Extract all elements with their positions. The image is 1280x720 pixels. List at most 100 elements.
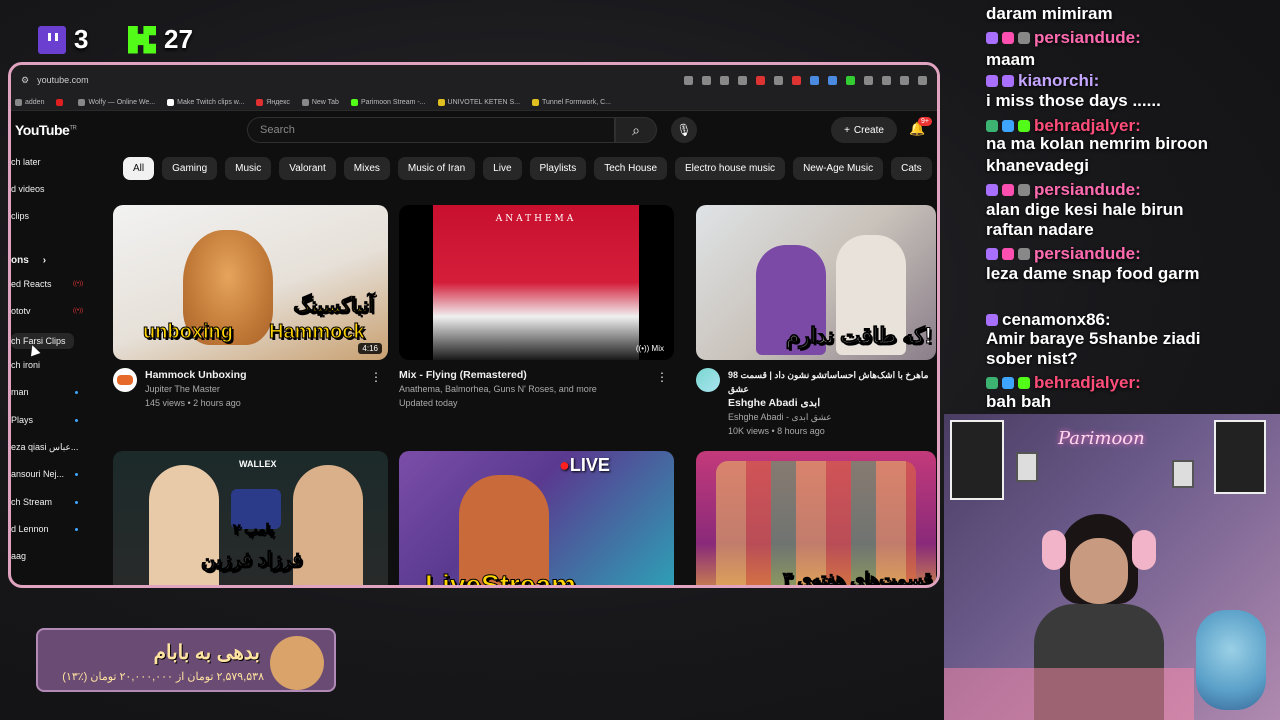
sidebar-item-subscription[interactable]: ed Reacts [11, 279, 52, 289]
bookmark-item[interactable]: UNIVOTEL KETEN S... [437, 99, 520, 106]
sidebar-item-subscription[interactable]: man [11, 387, 29, 397]
sidebar-item-watch-later[interactable]: ch later [11, 157, 41, 167]
video-title[interactable]: Hammock Unboxing [145, 368, 247, 382]
sidebar-item-liked-videos[interactable]: d videos [11, 184, 45, 194]
chip-cats[interactable]: Cats [891, 157, 932, 180]
video-card[interactable]: که طاقت ندارم! ماهرخ با اشک‌هاش احساساتش… [696, 205, 936, 438]
bookmark-label: Make Twitch clips w... [177, 99, 245, 106]
bookmark-item[interactable]: Make Twitch clips w... [167, 99, 244, 106]
bookmark-item[interactable]: New Tab [301, 99, 339, 106]
sidebar-item-subscription[interactable]: Plays [11, 415, 33, 425]
bookmark-item[interactable]: Parimoon Stream -... [350, 99, 426, 106]
video-thumbnail[interactable]: WALLEX پامپ ۲ فرزاد فرزین [113, 451, 388, 585]
video-title-line2[interactable]: Eshghe Abadi ابدی [728, 396, 936, 410]
more-options-icon[interactable]: ⋮ [656, 370, 668, 384]
sidebar-item-subscription[interactable]: d Lennon [11, 524, 49, 534]
create-button[interactable]: + Create [831, 117, 897, 143]
video-card[interactable]: WALLEX پامپ ۲ فرزاد فرزین [113, 451, 388, 585]
cast-icon[interactable] [684, 75, 693, 85]
video-card[interactable]: ●LIVE LiveStream [399, 451, 674, 585]
subscription-label: eza qiasi عباس... [11, 442, 79, 452]
url-text[interactable]: youtube.com [37, 75, 89, 85]
video-card[interactable]: آنباکسینگ unboxing Hammock 4:16 Hammock … [113, 205, 388, 410]
video-thumbnail[interactable]: ۳ قسمت‌های هفته‌ی [696, 451, 936, 585]
chat-username[interactable]: behradjalyer: [986, 373, 1141, 393]
subscriptions-heading[interactable]: ons › [11, 255, 46, 266]
profile-icon[interactable] [900, 75, 909, 85]
downloads-icon[interactable] [882, 75, 891, 85]
zoom-icon[interactable] [720, 75, 729, 85]
chip-electro-house-music[interactable]: Electro house music [675, 157, 786, 180]
sidebar-item-subscription[interactable]: ch Farsi Clips [11, 333, 74, 349]
chat-badge-icon [1018, 248, 1030, 260]
chat-username[interactable]: persiandude: [986, 244, 1141, 264]
chip-new-age-music[interactable]: New-Age Music [793, 157, 884, 180]
chip-all[interactable]: All [123, 157, 155, 180]
youtube-logo[interactable]: YouTubeTR [15, 122, 77, 138]
pink-chair [944, 668, 1194, 720]
video-thumbnail[interactable]: که طاقت ندارم! [696, 205, 936, 360]
extension-puzzle-icon[interactable] [864, 75, 873, 85]
sidebar-item-subscription[interactable]: ch Stream [11, 497, 52, 507]
sidebar-item-subscription[interactable]: aag [11, 551, 26, 561]
chip-live[interactable]: Live [483, 157, 522, 180]
chat-username[interactable]: kianorchi: [986, 71, 1099, 91]
chat-username[interactable]: persiandude: [986, 28, 1141, 48]
sidebar-item-subscription[interactable]: eza qiasi عباس... [11, 442, 78, 453]
chip-music[interactable]: Music [225, 157, 272, 180]
chat-username[interactable]: persiandude: [986, 180, 1141, 200]
sidebar-item-clips[interactable]: clips [11, 211, 29, 221]
video-card[interactable]: ANATHEMA ((•)) Mix Mix - Flying (Remaste… [399, 205, 674, 410]
bookmark-item[interactable]: adden [15, 99, 44, 106]
video-title[interactable]: Mix - Flying (Remastered) [399, 368, 597, 382]
translate-icon[interactable] [702, 75, 711, 85]
extension-youtube-icon[interactable] [792, 75, 801, 85]
video-thumbnail[interactable]: ANATHEMA ((•)) Mix [399, 205, 674, 360]
chip-gaming[interactable]: Gaming [162, 157, 218, 180]
channel-avatar[interactable] [696, 368, 720, 392]
twitch-viewer-counter: 3 [38, 24, 88, 55]
search-button[interactable]: ⌕ [615, 117, 657, 143]
video-card[interactable]: ۳ قسمت‌های هفته‌ی [696, 451, 936, 585]
chip-mixes[interactable]: Mixes [343, 157, 390, 180]
chat-username[interactable]: behradjalyer: [986, 116, 1141, 136]
new-content-dot-icon [75, 419, 78, 422]
subscription-label: Plays [11, 415, 34, 425]
search-input[interactable]: Search [247, 117, 615, 143]
menu-icon[interactable] [918, 75, 927, 85]
extension-translate-icon[interactable] [828, 75, 837, 85]
chip-music-of-iran[interactable]: Music of Iran [397, 157, 476, 180]
bookmark-item[interactable] [56, 99, 66, 106]
more-options-icon[interactable]: ⋮ [370, 370, 382, 384]
voice-search-button[interactable]: 🎙 [671, 117, 697, 143]
bookmark-item[interactable]: Tunnel Formwork, C... [532, 99, 611, 106]
chat-username[interactable]: cenamonx86: [986, 310, 1111, 330]
channel-name[interactable]: Eshghe Abadi - عشق ابدی [728, 410, 936, 424]
subscription-label: ch Farsi Clips [11, 336, 66, 346]
chat-message: Amir baraye 5shanbe ziadi [986, 329, 1201, 348]
video-title[interactable]: ماهرخ با اشک‌هاش احساساتشو نشون داد | قس… [728, 368, 936, 396]
kick-viewer-counter: 27 [128, 24, 193, 55]
star-icon[interactable] [738, 75, 747, 85]
bookmark-item[interactable]: Яндекс [256, 99, 290, 106]
channel-name[interactable]: Anathema, Balmorhea, Guns N' Roses, and … [399, 382, 597, 396]
video-thumbnail[interactable]: آنباکسینگ unboxing Hammock 4:16 [113, 205, 388, 360]
bookmark-item[interactable]: Wolfy — Online We... [78, 99, 155, 106]
donation-goal-progress-text: ۲,۵۷۹,۵۳۸ تومان از ۲۰,۰۰۰,۰۰۰ تومان (٪۱۳… [62, 671, 264, 683]
sidebar-item-subscription[interactable]: ansouri Nej... [11, 469, 64, 479]
extension-green-icon[interactable] [846, 75, 855, 85]
chip-playlists[interactable]: Playlists [529, 157, 587, 180]
extension-grid-icon[interactable] [774, 75, 783, 85]
chip-valorant[interactable]: Valorant [279, 157, 336, 180]
channel-avatar[interactable] [113, 368, 137, 392]
extension-blue-icon[interactable] [810, 75, 819, 85]
sidebar-item-subscription[interactable]: ch ironi [11, 360, 40, 370]
address-bar[interactable]: ⚙ youtube.com [11, 65, 937, 95]
chip-tech-house[interactable]: Tech House [594, 157, 668, 180]
video-thumbnail[interactable]: ●LIVE LiveStream [399, 451, 674, 585]
site-settings-icon[interactable]: ⚙ [21, 75, 29, 86]
extension-red-icon[interactable] [756, 75, 765, 85]
sidebar-item-subscription[interactable]: ototv [11, 306, 31, 316]
chat-message: i miss those days ...... [986, 91, 1161, 110]
channel-name[interactable]: Jupiter The Master [145, 382, 247, 396]
